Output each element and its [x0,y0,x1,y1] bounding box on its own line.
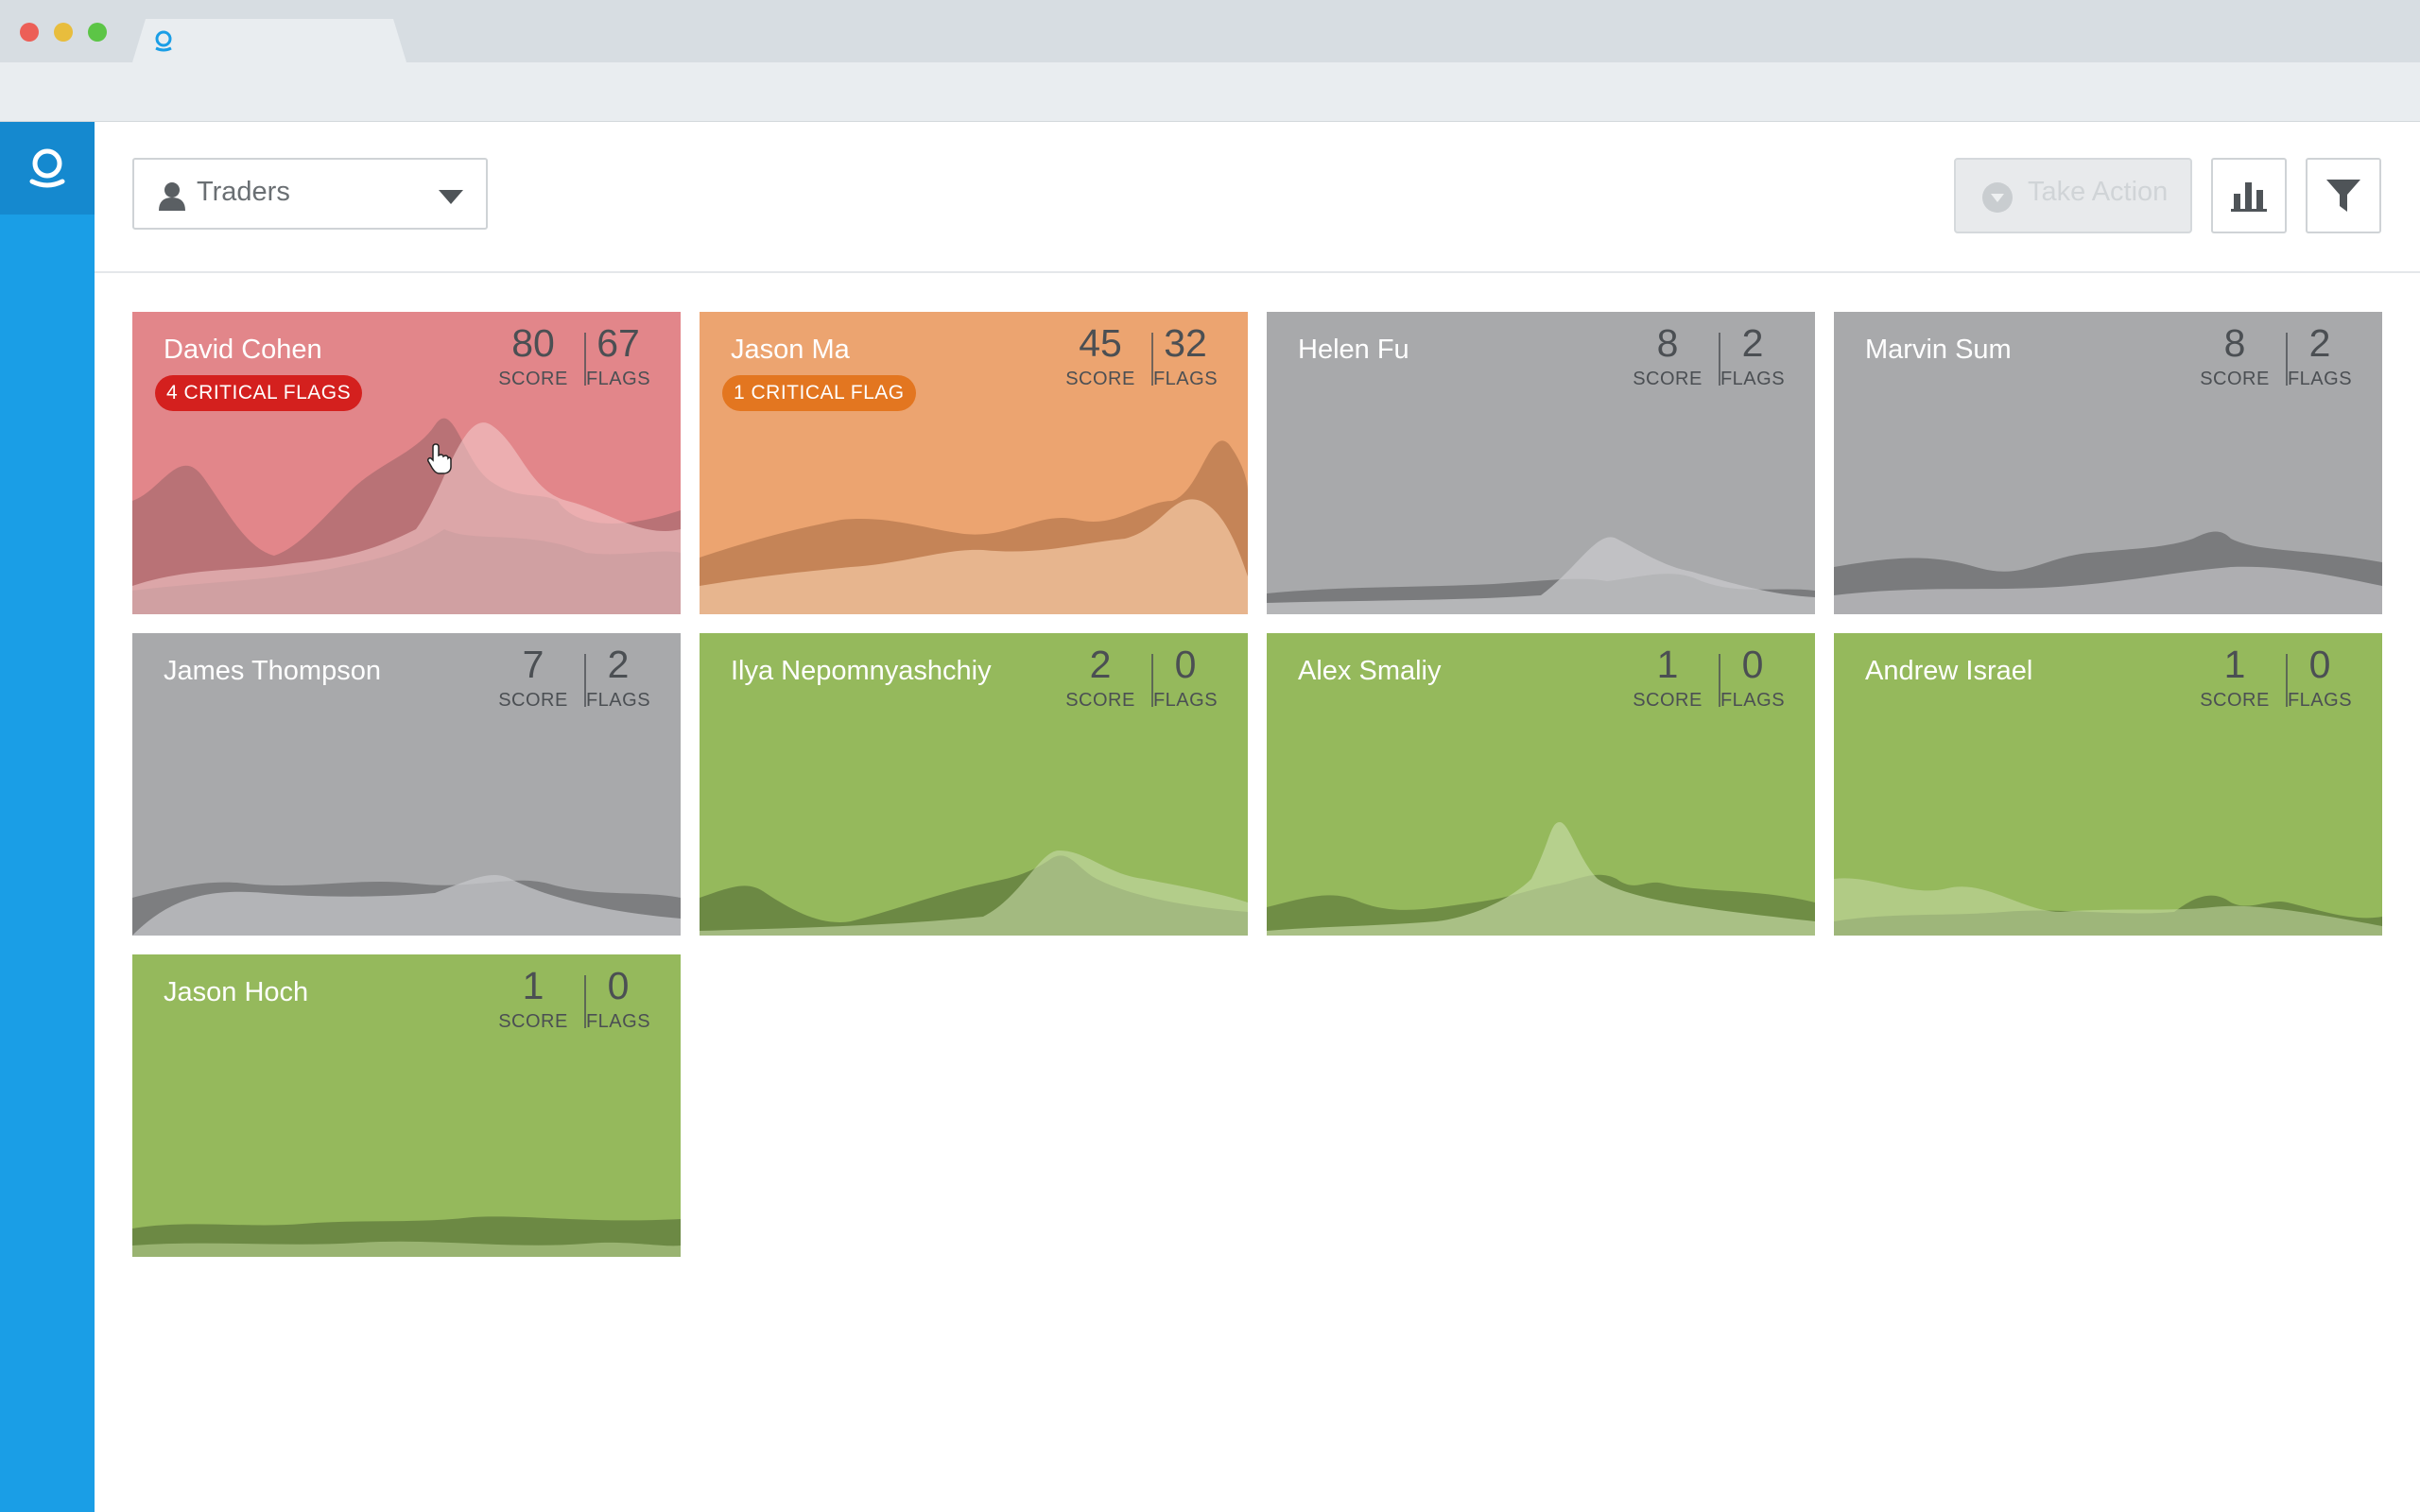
flags-value: 0 [2308,643,2331,686]
trader-name: Alex Smaliy [1298,656,1442,686]
activity-chart [132,874,681,936]
chevron-down-icon [439,190,463,204]
filter-icon [2326,180,2360,212]
trader-name: Helen Fu [1298,335,1409,365]
chart-view-button[interactable] [2211,158,2287,233]
score-value: 80 [511,321,555,365]
trader-card[interactable]: Marvin Sum 8 SCORE 2 FLAGS [1834,312,2382,614]
trader-name: Jason Hoch [164,977,309,1007]
flags-value: 32 [1164,321,1207,365]
score-value: 2 [1089,643,1112,686]
flags-value: 2 [2308,321,2331,365]
trader-name: Marvin Sum [1865,335,2012,365]
download-circle-icon [1982,182,2013,213]
trader-card[interactable]: Andrew Israel 1 SCORE 0 FLAGS [1834,633,2382,936]
take-action-button[interactable]: Take Action [1954,158,2192,233]
flags-label: FLAGS [585,1011,651,1032]
trader-card[interactable]: James Thompson 7 SCORE 2 FLAGS [132,633,681,936]
activity-chart [1834,531,2382,614]
trader-card[interactable]: David Cohen 4 CRITICAL FLAGS 80 SCORE 67… [132,312,681,614]
score-value: 45 [1079,321,1122,365]
activity-chart [1267,822,1815,936]
browser-tab[interactable] [132,19,406,62]
score-label: SCORE [1633,690,1703,711]
score-label: SCORE [1633,369,1703,389]
critical-flags-badge: 1 CRITICAL FLAG [722,375,916,411]
activity-chart [1267,537,1815,614]
score-label: SCORE [2200,690,2270,711]
home-logo-button[interactable] [0,122,95,215]
score-label: SCORE [2200,369,2270,389]
app-logo-icon [155,30,172,52]
flags-value: 2 [1741,321,1764,365]
activity-chart [700,440,1248,614]
flags-label: FLAGS [1152,690,1219,711]
flags-label: FLAGS [585,369,651,389]
score-label: SCORE [498,369,568,389]
flags-label: FLAGS [1720,690,1786,711]
score-value: 1 [1656,643,1679,686]
score-value: 7 [522,643,544,686]
hand-cursor-icon [427,443,452,474]
take-action-label: Take Action [2028,177,2169,207]
trader-name: Andrew Israel [1865,656,2033,686]
browser-toolbar [0,62,2420,122]
flags-value: 0 [1741,643,1764,686]
flags-value: 67 [596,321,640,365]
score-label: SCORE [1065,690,1135,711]
trader-name: David Cohen [164,335,322,365]
trader-card[interactable]: Jason Hoch 1 SCORE 0 FLAGS [132,954,681,1257]
score-label: SCORE [498,1011,568,1032]
score-value: 1 [522,964,544,1007]
entity-type-dropdown[interactable]: Traders [132,158,488,230]
flags-value: 0 [1174,643,1197,686]
trader-name: Jason Ma [731,335,850,365]
critical-flags-badge: 4 CRITICAL FLAGS [155,375,363,411]
dropdown-selected-value: Traders [197,177,290,207]
activity-chart [1834,878,2382,936]
flags-value: 0 [607,964,630,1007]
trader-name: James Thompson [164,656,381,686]
flags-value: 2 [607,643,630,686]
trader-card[interactable]: Helen Fu 8 SCORE 2 FLAGS [1267,312,1815,614]
flags-label: FLAGS [2287,690,2353,711]
flags-label: FLAGS [1152,369,1219,389]
flags-label: FLAGS [2287,369,2353,389]
score-value: 8 [1656,321,1679,365]
activity-chart [132,1216,681,1257]
score-value: 8 [2223,321,2246,365]
person-icon [159,182,185,211]
score-label: SCORE [1065,369,1135,389]
trader-card[interactable]: Alex Smaliy 1 SCORE 0 FLAGS [1267,633,1815,936]
score-label: SCORE [498,690,568,711]
browser-titlebar [0,0,2420,62]
page-header: Traders Take Action [95,122,2420,273]
score-value: 1 [2223,643,2246,686]
flags-label: FLAGS [585,690,651,711]
minimize-window-button[interactable] [54,23,73,42]
bar-chart-icon [2231,182,2267,212]
filter-button[interactable] [2306,158,2381,233]
trader-card[interactable]: Jason Ma 1 CRITICAL FLAG 45 SCORE 32 FLA… [700,312,1248,614]
activity-chart [700,850,1248,936]
trader-card[interactable]: Ilya Nepomnyashchiy 2 SCORE 0 FLAGS [700,633,1248,936]
trader-name: Ilya Nepomnyashchiy [731,656,992,686]
close-window-button[interactable] [20,23,39,42]
flags-label: FLAGS [1720,369,1786,389]
activity-chart [132,418,681,614]
app-sidebar [0,122,95,1512]
app-logo-icon [29,148,65,188]
maximize-window-button[interactable] [88,23,107,42]
